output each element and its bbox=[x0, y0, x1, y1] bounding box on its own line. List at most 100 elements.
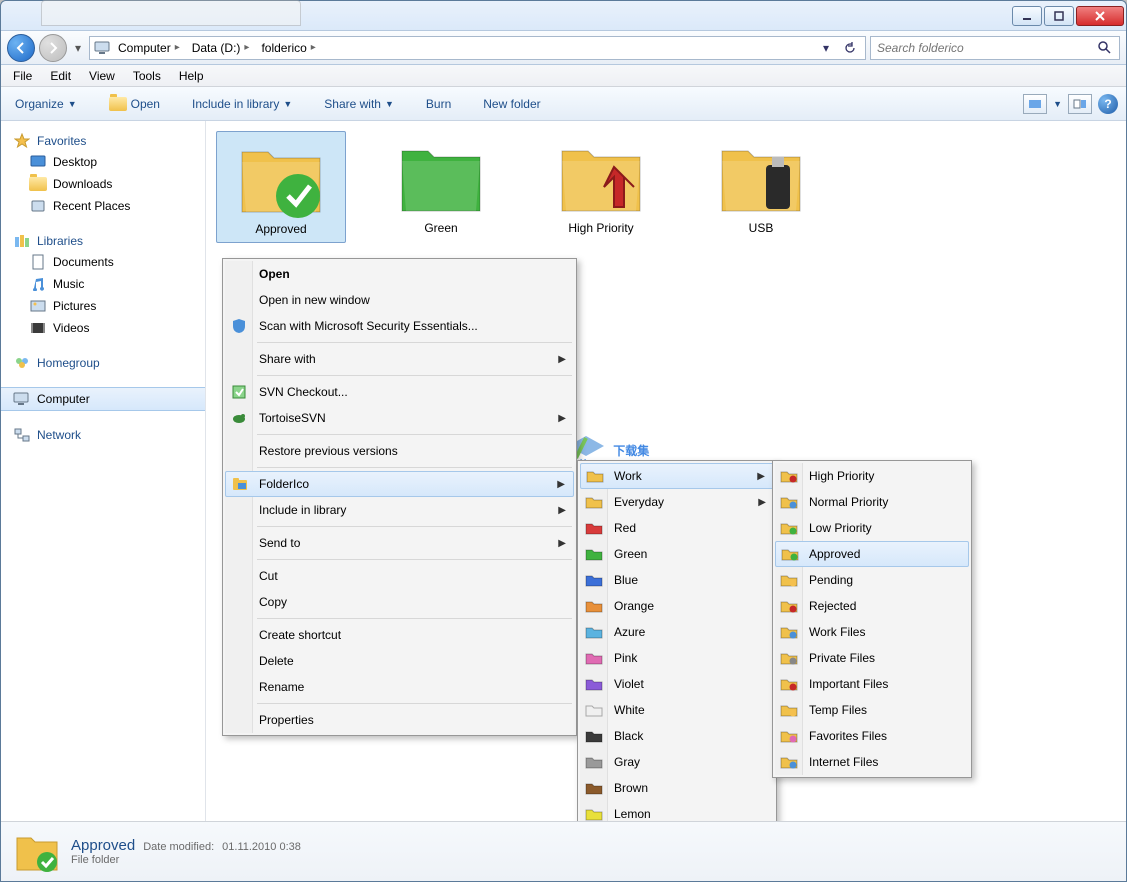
breadcrumb-folder[interactable]: folderico▸ bbox=[257, 37, 321, 59]
folder-badge-icon bbox=[779, 752, 799, 772]
submenu-item-lemon[interactable]: Lemon bbox=[580, 801, 774, 821]
ctx-open-new-window[interactable]: Open in new window bbox=[225, 287, 574, 313]
search-icon[interactable] bbox=[1097, 40, 1113, 56]
ctx-restore-versions[interactable]: Restore previous versions bbox=[225, 438, 574, 464]
new-folder-button[interactable]: New folder bbox=[477, 93, 546, 115]
submenu-label: Violet bbox=[614, 677, 644, 691]
sidebar-network[interactable]: Network bbox=[1, 425, 205, 445]
submenu-label: Low Priority bbox=[809, 521, 872, 535]
submenu-item-normalpriority[interactable]: Normal Priority bbox=[775, 489, 969, 515]
ctx-scan-mse[interactable]: Scan with Microsoft Security Essentials.… bbox=[225, 313, 574, 339]
submenu-item-violet[interactable]: Violet bbox=[580, 671, 774, 697]
ctx-share-with[interactable]: Share with▶ bbox=[225, 346, 574, 372]
ctx-create-shortcut[interactable]: Create shortcut bbox=[225, 622, 574, 648]
submenu-item-blue[interactable]: Blue bbox=[580, 567, 774, 593]
submenu-item-brown[interactable]: Brown bbox=[580, 775, 774, 801]
submenu-item-everyday[interactable]: Everyday▶ bbox=[580, 489, 774, 515]
submenu-item-privatefiles[interactable]: Private Files bbox=[775, 645, 969, 671]
ctx-folderico[interactable]: FolderIco▶ bbox=[225, 471, 574, 497]
address-dropdown[interactable]: ▾ bbox=[815, 37, 837, 59]
folder-item-approved[interactable]: Approved bbox=[216, 131, 346, 243]
address-bar[interactable]: Computer▸ Data (D:)▸ folderico▸ ▾ bbox=[89, 36, 866, 60]
breadcrumb-drive[interactable]: Data (D:)▸ bbox=[188, 37, 256, 59]
folder-item-green[interactable]: Green bbox=[376, 131, 506, 243]
chevron-right-icon[interactable]: ▸ bbox=[173, 42, 182, 53]
submenu-item-favoritesfiles[interactable]: Favorites Files bbox=[775, 723, 969, 749]
sidebar-item-desktop[interactable]: Desktop bbox=[1, 151, 205, 173]
burn-button[interactable]: Burn bbox=[420, 93, 457, 115]
ctx-rename[interactable]: Rename bbox=[225, 674, 574, 700]
submenu-item-gray[interactable]: Gray bbox=[580, 749, 774, 775]
folder-icon bbox=[716, 137, 806, 217]
sidebar-computer[interactable]: Computer bbox=[1, 387, 205, 411]
submenu-item-importantfiles[interactable]: Important Files bbox=[775, 671, 969, 697]
refresh-button[interactable] bbox=[839, 37, 861, 59]
forward-button[interactable] bbox=[39, 34, 67, 62]
maximize-button[interactable] bbox=[1044, 6, 1074, 26]
chevron-right-icon[interactable]: ▸ bbox=[242, 42, 251, 53]
back-button[interactable] bbox=[7, 34, 35, 62]
ctx-svn-checkout[interactable]: SVN Checkout... bbox=[225, 379, 574, 405]
organize-button[interactable]: Organize▼ bbox=[9, 93, 83, 115]
sidebar-item-videos[interactable]: Videos bbox=[1, 317, 205, 339]
menu-edit[interactable]: Edit bbox=[42, 67, 79, 85]
sidebar-item-label: Downloads bbox=[53, 177, 112, 191]
help-button[interactable]: ? bbox=[1098, 94, 1118, 114]
search-input[interactable] bbox=[877, 41, 1097, 55]
submenu-item-internetfiles[interactable]: Internet Files bbox=[775, 749, 969, 775]
ctx-tortoisesvn[interactable]: TortoiseSVN▶ bbox=[225, 405, 574, 431]
submenu-item-rejected[interactable]: Rejected bbox=[775, 593, 969, 619]
sidebar-item-recent[interactable]: Recent Places bbox=[1, 195, 205, 217]
minimize-button[interactable] bbox=[1012, 6, 1042, 26]
history-dropdown[interactable]: ▾ bbox=[71, 37, 85, 59]
ctx-copy[interactable]: Copy bbox=[225, 589, 574, 615]
view-mode-button[interactable] bbox=[1023, 94, 1047, 114]
music-icon bbox=[29, 276, 47, 292]
submenu-item-orange[interactable]: Orange bbox=[580, 593, 774, 619]
close-button[interactable] bbox=[1076, 6, 1124, 26]
sidebar-item-music[interactable]: Music bbox=[1, 273, 205, 295]
menu-file[interactable]: File bbox=[5, 67, 40, 85]
submenu-item-tempfiles[interactable]: Temp Files bbox=[775, 697, 969, 723]
include-in-library-button[interactable]: Include in library▼ bbox=[186, 93, 298, 115]
menu-view[interactable]: View bbox=[81, 67, 123, 85]
sidebar-item-documents[interactable]: Documents bbox=[1, 251, 205, 273]
submenu-item-white[interactable]: White bbox=[580, 697, 774, 723]
ctx-cut[interactable]: Cut bbox=[225, 563, 574, 589]
submenu-item-highpriority[interactable]: High Priority bbox=[775, 463, 969, 489]
ctx-delete[interactable]: Delete bbox=[225, 648, 574, 674]
sidebar-favorites-header[interactable]: Favorites bbox=[1, 131, 205, 151]
folder-badge-icon bbox=[779, 518, 799, 538]
folder-item-high-priority[interactable]: High Priority bbox=[536, 131, 666, 243]
submenu-item-azure[interactable]: Azure bbox=[580, 619, 774, 645]
breadcrumb-computer[interactable]: Computer▸ bbox=[114, 37, 186, 59]
view-dropdown[interactable]: ▼ bbox=[1053, 99, 1062, 109]
ctx-properties[interactable]: Properties bbox=[225, 707, 574, 733]
submenu-item-pink[interactable]: Pink bbox=[580, 645, 774, 671]
ctx-include-library[interactable]: Include in library▶ bbox=[225, 497, 574, 523]
share-with-button[interactable]: Share with▼ bbox=[318, 93, 400, 115]
chevron-right-icon[interactable]: ▸ bbox=[309, 42, 318, 53]
submenu-item-work[interactable]: Work▶ bbox=[580, 463, 774, 489]
submenu-item-approved[interactable]: Approved bbox=[775, 541, 969, 567]
menu-tools[interactable]: Tools bbox=[125, 67, 169, 85]
sidebar-homegroup[interactable]: Homegroup bbox=[1, 353, 205, 373]
ctx-open[interactable]: Open bbox=[225, 261, 574, 287]
sidebar-item-downloads[interactable]: Downloads bbox=[1, 173, 205, 195]
open-button[interactable]: Open bbox=[103, 93, 166, 115]
menu-help[interactable]: Help bbox=[171, 67, 212, 85]
submenu-item-red[interactable]: Red bbox=[580, 515, 774, 541]
ctx-send-to[interactable]: Send to▶ bbox=[225, 530, 574, 556]
sidebar-item-pictures[interactable]: Pictures bbox=[1, 295, 205, 317]
submenu-item-pending[interactable]: Pending bbox=[775, 567, 969, 593]
submenu-item-workfiles[interactable]: Work Files bbox=[775, 619, 969, 645]
submenu-item-black[interactable]: Black bbox=[580, 723, 774, 749]
sidebar-libraries-header[interactable]: Libraries bbox=[1, 231, 205, 251]
submenu-item-green[interactable]: Green bbox=[580, 541, 774, 567]
submenu-item-lowpriority[interactable]: Low Priority bbox=[775, 515, 969, 541]
folder-item-usb[interactable]: USB bbox=[696, 131, 826, 243]
preview-pane-button[interactable] bbox=[1068, 94, 1092, 114]
search-box[interactable] bbox=[870, 36, 1120, 60]
content-pane[interactable]: ApprovedGreenHigh PriorityUSB 下载集 xzji.c… bbox=[206, 121, 1126, 821]
submenu-label: Important Files bbox=[809, 677, 888, 691]
